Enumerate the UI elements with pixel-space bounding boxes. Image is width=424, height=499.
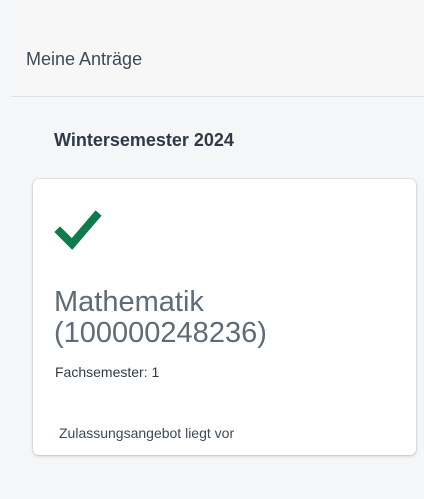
checkmark-icon <box>54 210 102 250</box>
semester-label: Fachsemester: <box>55 364 148 380</box>
page: Meine Anträge Wintersemester 2024 Mathem… <box>0 0 424 499</box>
application-status: Zulassungsangebot liegt vor <box>59 425 235 441</box>
semester-info: Fachsemester: 1 <box>55 365 159 379</box>
program-name: Mathematik (100000248236) <box>54 286 267 350</box>
section-title: Wintersemester 2024 <box>54 130 234 150</box>
page-title: Meine Anträge <box>26 49 143 69</box>
application-card[interactable]: Mathematik (100000248236) Fachsemester: … <box>33 179 416 455</box>
semester-value: 1 <box>151 364 160 380</box>
